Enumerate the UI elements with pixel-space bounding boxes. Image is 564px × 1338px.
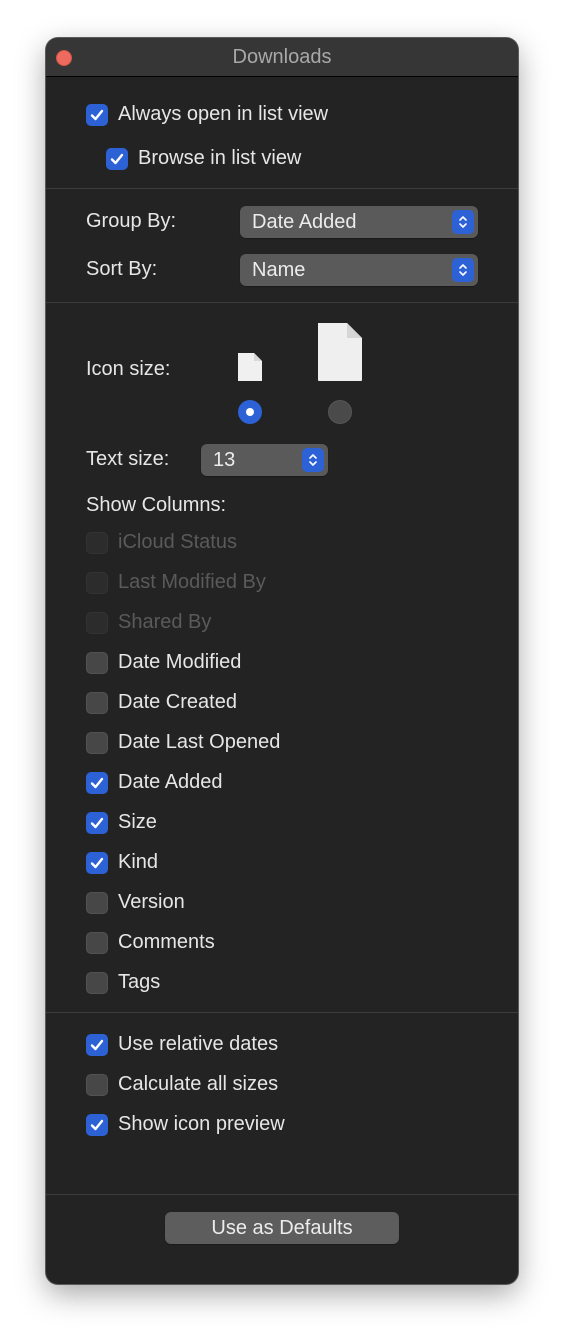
- checkbox-label: Date Modified: [118, 651, 242, 673]
- checkbox-label: Always open in list view: [118, 103, 329, 125]
- checkbox-checked-icon: [86, 1033, 108, 1056]
- checkbox-label: Size: [118, 811, 157, 833]
- text-size-value: 13: [213, 448, 236, 471]
- checkbox-unchecked-icon: [86, 931, 108, 954]
- divider: [46, 188, 518, 189]
- checkbox-label: Last Modified By: [118, 571, 266, 593]
- window-title: Downloads: [232, 46, 332, 68]
- checkbox-unchecked-icon: [86, 651, 108, 674]
- column-version-checkbox[interactable]: Version: [86, 891, 185, 914]
- checkbox-label: Tags: [118, 971, 161, 993]
- group-by-value: Date Added: [252, 210, 357, 233]
- column-date-last-opened-checkbox[interactable]: Date Last Opened: [86, 731, 280, 754]
- column-icloud-status-checkbox: iCloud Status: [86, 531, 237, 554]
- view-options-window: Downloads Always open in list view Brows…: [46, 38, 518, 1284]
- up-down-chevron-icon: [452, 210, 474, 234]
- checkbox-label: Version: [118, 891, 185, 913]
- checkbox-unchecked-icon: [86, 611, 108, 634]
- checkbox-unchecked-icon: [86, 971, 108, 994]
- checkbox-unchecked-icon: [86, 1073, 108, 1096]
- column-date-added-checkbox[interactable]: Date Added: [86, 771, 223, 794]
- checkbox-checked-icon: [86, 811, 108, 834]
- column-last-modified-by-checkbox: Last Modified By: [86, 571, 266, 594]
- checkbox-label: Comments: [118, 931, 215, 953]
- divider: [46, 1194, 518, 1195]
- column-date-created-checkbox[interactable]: Date Created: [86, 691, 237, 714]
- icon-size-small-radio[interactable]: [238, 400, 262, 424]
- checkbox-unchecked-icon: [86, 691, 108, 714]
- column-kind-checkbox[interactable]: Kind: [86, 851, 158, 874]
- small-document-icon: [238, 353, 262, 381]
- divider: [46, 1012, 518, 1013]
- checkbox-checked-icon: [106, 147, 128, 170]
- use-relative-dates-checkbox[interactable]: Use relative dates: [86, 1033, 278, 1056]
- checkbox-label: Shared By: [118, 611, 212, 633]
- up-down-chevron-icon: [452, 258, 474, 282]
- checkbox-label: Use relative dates: [118, 1033, 279, 1055]
- always-open-list-view-checkbox[interactable]: Always open in list view: [86, 103, 328, 126]
- sort-by-label: Sort By:: [86, 258, 158, 280]
- large-document-icon: [318, 323, 362, 381]
- checkbox-label: Date Created: [118, 691, 237, 713]
- checkbox-unchecked-icon: [86, 571, 108, 594]
- icon-size-label: Icon size:: [86, 358, 171, 380]
- checkbox-checked-icon: [86, 851, 108, 874]
- column-tags-checkbox[interactable]: Tags: [86, 971, 160, 994]
- column-shared-by-checkbox: Shared By: [86, 611, 211, 634]
- title-bar[interactable]: Downloads: [46, 38, 518, 77]
- checkbox-checked-icon: [86, 771, 108, 794]
- checkbox-checked-icon: [86, 103, 108, 126]
- icon-size-large-radio[interactable]: [328, 400, 352, 424]
- checkbox-label: Show icon preview: [118, 1113, 285, 1135]
- column-date-modified-checkbox[interactable]: Date Modified: [86, 651, 241, 674]
- sort-by-popup[interactable]: Name: [240, 254, 478, 286]
- sort-by-value: Name: [252, 258, 306, 281]
- group-by-popup[interactable]: Date Added: [240, 206, 478, 238]
- text-size-popup[interactable]: 13: [201, 444, 328, 476]
- show-columns-label: Show Columns:: [86, 494, 227, 516]
- calculate-all-sizes-checkbox[interactable]: Calculate all sizes: [86, 1073, 278, 1096]
- show-icon-preview-checkbox[interactable]: Show icon preview: [86, 1113, 285, 1136]
- column-comments-checkbox[interactable]: Comments: [86, 931, 215, 954]
- checkbox-label: Kind: [118, 851, 159, 873]
- use-as-defaults-button[interactable]: Use as Defaults: [165, 1212, 399, 1244]
- checkbox-label: Date Added: [118, 771, 223, 793]
- column-size-checkbox[interactable]: Size: [86, 811, 157, 834]
- checkbox-label: Browse in list view: [138, 147, 302, 169]
- checkbox-label: Date Last Opened: [118, 731, 281, 753]
- checkbox-unchecked-icon: [86, 531, 108, 554]
- checkbox-unchecked-icon: [86, 891, 108, 914]
- up-down-chevron-icon: [302, 448, 324, 472]
- checkbox-label: iCloud Status: [118, 531, 237, 553]
- checkbox-checked-icon: [86, 1113, 108, 1136]
- checkbox-unchecked-icon: [86, 731, 108, 754]
- text-size-label: Text size:: [86, 448, 170, 470]
- divider: [46, 302, 518, 303]
- browse-list-view-checkbox[interactable]: Browse in list view: [106, 147, 301, 170]
- checkbox-label: Calculate all sizes: [118, 1073, 279, 1095]
- group-by-label: Group By:: [86, 210, 177, 232]
